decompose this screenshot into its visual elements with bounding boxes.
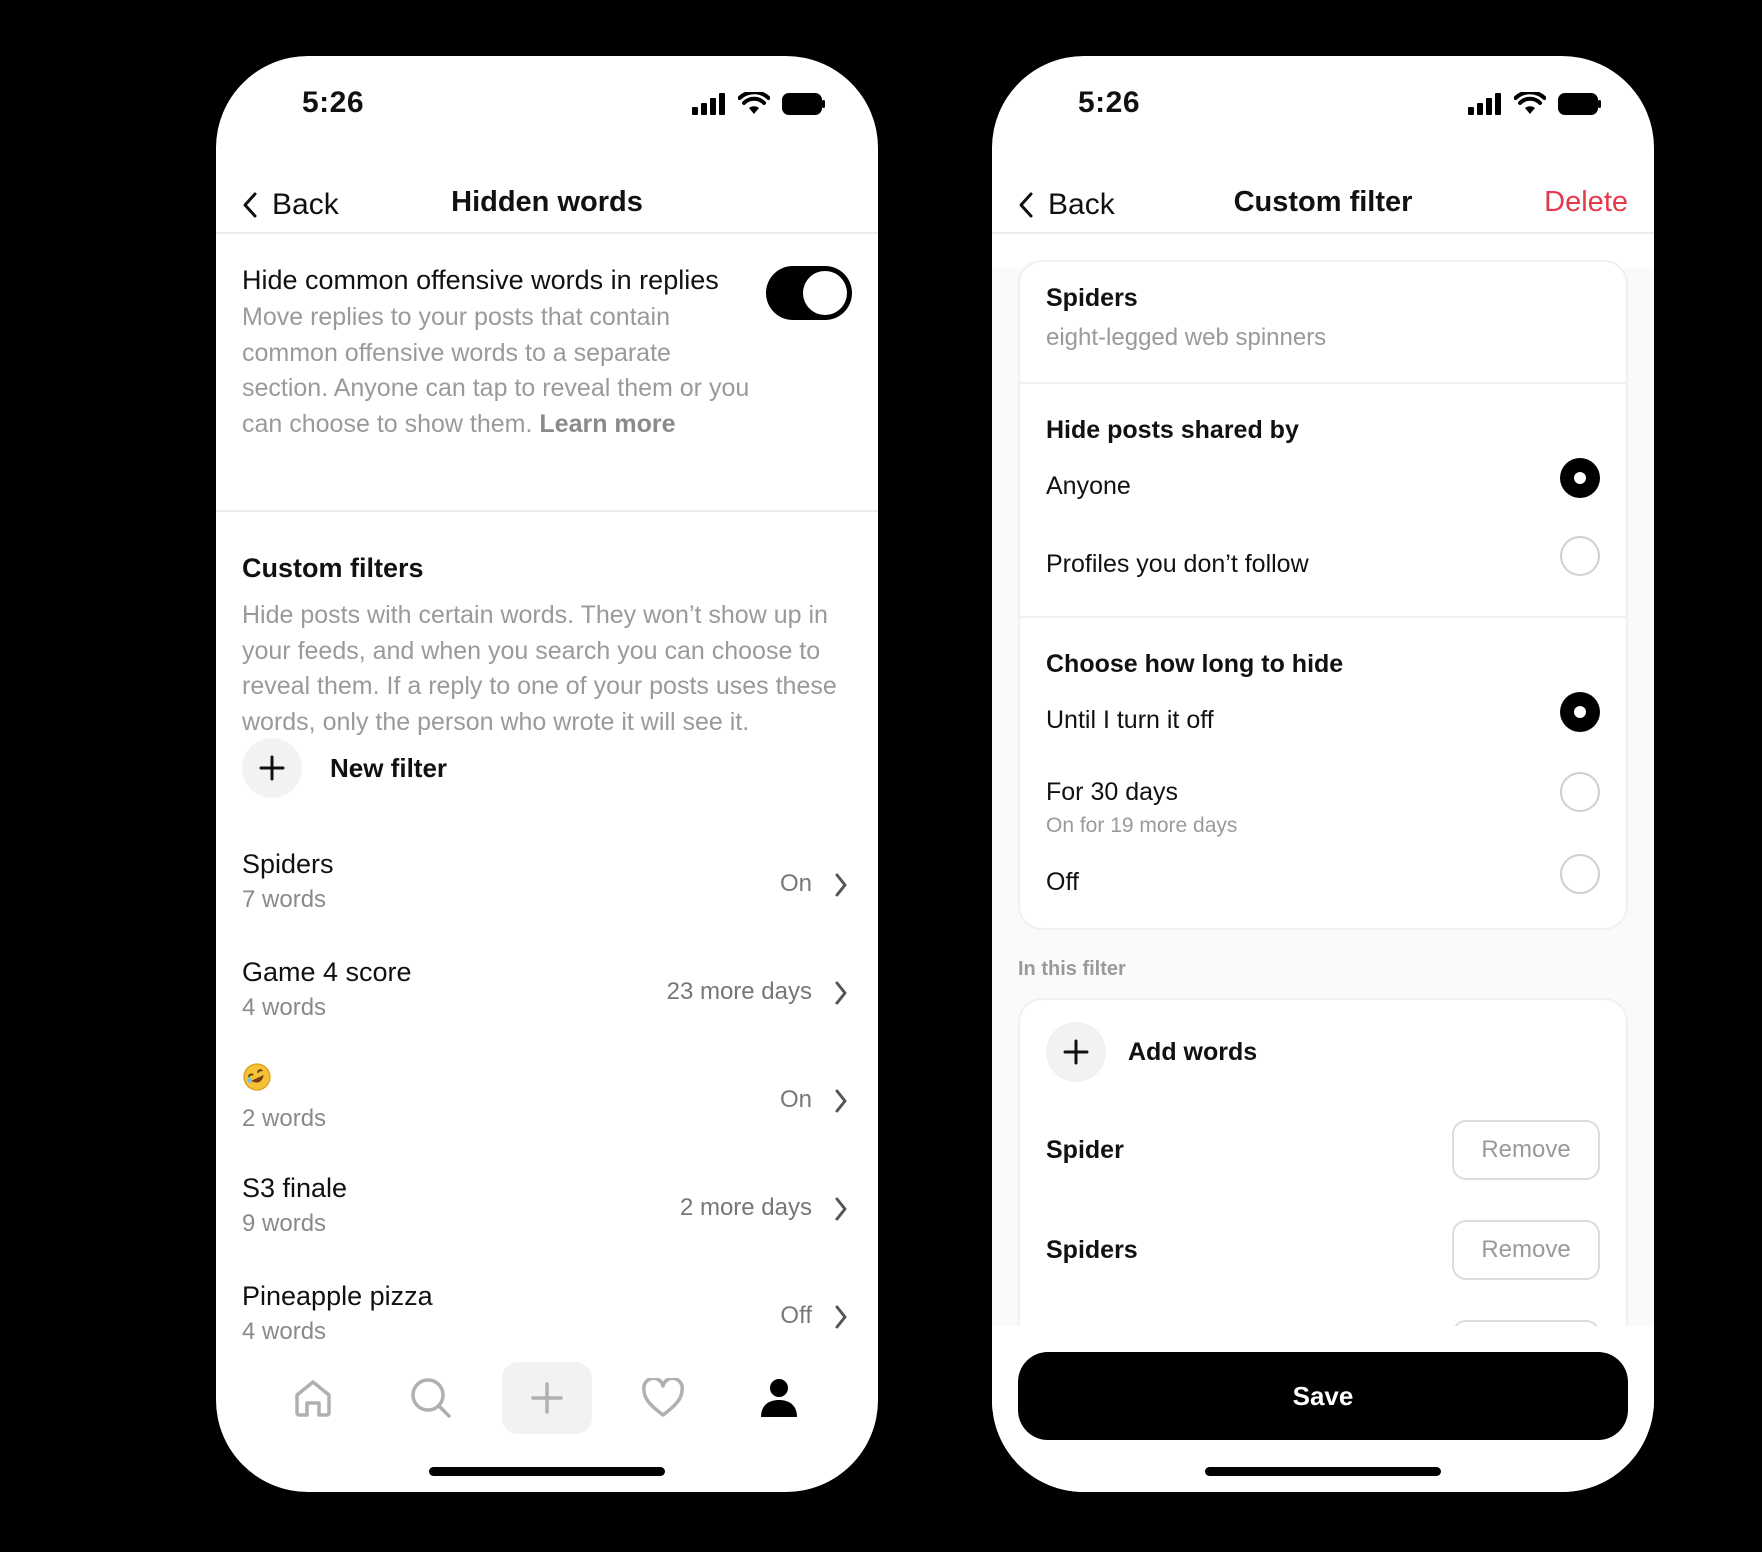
radio-profiles-not-followed[interactable] xyxy=(1560,536,1600,576)
plus-icon xyxy=(531,1382,563,1414)
tab-bar xyxy=(216,1362,878,1442)
learn-more-link[interactable]: Learn more xyxy=(539,410,675,438)
home-indicator xyxy=(429,1467,665,1476)
option-30-days-sublabel: On for 19 more days xyxy=(1046,814,1238,837)
filter-row-game-4-score[interactable]: Game 4 score 4 words 23 more days xyxy=(242,954,852,1062)
filter-status: On xyxy=(779,1086,812,1113)
toggle-title: Hide common offensive words in replies xyxy=(242,265,719,295)
word-item: Spiders xyxy=(1046,1236,1138,1264)
filter-word-count: 4 words xyxy=(242,1318,327,1345)
status-icons xyxy=(692,92,826,116)
add-words-button[interactable]: Add words xyxy=(1046,1022,1257,1082)
radio-until-off[interactable] xyxy=(1560,692,1600,732)
filter-name xyxy=(242,1062,852,1101)
shared-by-heading: Hide posts shared by xyxy=(1046,416,1299,444)
rolling-on-floor-laughing-emoji-icon xyxy=(243,1063,271,1091)
option-profiles-not-followed-label: Profiles you don’t follow xyxy=(1046,550,1309,578)
back-button[interactable]: Back xyxy=(1018,188,1115,222)
new-filter-label: New filter xyxy=(330,752,448,783)
filter-name: Pineapple pizza xyxy=(242,1281,433,1311)
back-label: Back xyxy=(1048,188,1115,221)
toggle-knob xyxy=(803,271,847,315)
signal-icon xyxy=(692,93,725,115)
home-indicator xyxy=(1205,1467,1441,1476)
custom-filters-section: Custom filters Hide posts with certain w… xyxy=(242,550,852,740)
duration-heading: Choose how long to hide xyxy=(1046,650,1344,678)
status-icons xyxy=(1468,92,1602,116)
word-item: Spider xyxy=(1046,1136,1124,1164)
signal-icon xyxy=(1468,93,1501,115)
filter-word-count: 2 words xyxy=(242,1105,327,1132)
home-icon xyxy=(295,1380,331,1417)
card-divider xyxy=(1020,616,1626,618)
add-words-label: Add words xyxy=(1128,1037,1258,1066)
radio-anyone[interactable] xyxy=(1560,458,1600,498)
search-icon xyxy=(411,1378,451,1418)
filter-row-spiders[interactable]: Spiders 7 words On xyxy=(242,846,852,954)
status-time: 5:26 xyxy=(302,86,365,119)
card-divider xyxy=(1020,382,1626,384)
plus-icon xyxy=(1046,1022,1106,1082)
section-divider xyxy=(216,510,878,512)
wifi-icon xyxy=(738,92,770,114)
tab-create[interactable] xyxy=(502,1362,592,1434)
header-divider xyxy=(992,232,1654,234)
hidden-words-screen: 5:26 Back Hidden words Hide common offen… xyxy=(216,56,878,1492)
battery-icon xyxy=(1558,93,1601,115)
option-until-off-label: Until I turn it off xyxy=(1046,706,1214,734)
tab-home[interactable] xyxy=(268,1362,358,1434)
filter-row-s3-finale[interactable]: S3 finale 9 words 2 more days xyxy=(242,1170,852,1278)
chevron-left-icon xyxy=(243,192,257,218)
delete-button[interactable]: Delete xyxy=(1544,186,1628,219)
custom-filters-description: Hide posts with certain words. They won’… xyxy=(242,601,837,736)
heart-icon xyxy=(642,1378,684,1417)
filter-status: Off xyxy=(780,1302,812,1329)
option-off-label: Off xyxy=(1046,868,1079,896)
filter-name[interactable]: Spiders xyxy=(1046,284,1138,313)
profile-icon xyxy=(761,1379,797,1417)
filter-name: Spiders xyxy=(242,849,334,879)
chevron-left-icon xyxy=(1019,192,1033,218)
chevron-right-icon xyxy=(835,873,847,897)
chevron-right-icon xyxy=(835,1089,847,1113)
filter-word-count: 7 words xyxy=(242,886,327,913)
radio-off[interactable] xyxy=(1560,854,1600,894)
tab-activity[interactable] xyxy=(618,1362,708,1434)
header-divider xyxy=(216,232,878,234)
header: Back Custom filter Delete xyxy=(992,186,1654,236)
filter-description[interactable]: eight-legged web spinners xyxy=(1046,324,1326,352)
filter-settings-card: Spiders eight-legged web spinners Hide p… xyxy=(1018,260,1628,930)
back-label: Back xyxy=(272,188,339,221)
chevron-right-icon xyxy=(835,981,847,1005)
filter-status: 2 more days xyxy=(679,1194,812,1221)
option-anyone-label: Anyone xyxy=(1046,472,1131,500)
offensive-words-setting: Hide common offensive words in replies M… xyxy=(242,260,852,442)
save-button[interactable]: Save xyxy=(1018,1352,1628,1440)
wifi-icon xyxy=(1514,92,1546,114)
chevron-right-icon xyxy=(835,1197,847,1221)
new-filter-button[interactable]: New filter xyxy=(242,738,447,798)
chevron-right-icon xyxy=(835,1305,847,1329)
remove-word-button[interactable]: Remove xyxy=(1452,1120,1600,1180)
custom-filters-heading: Custom filters xyxy=(242,553,424,583)
tab-profile[interactable] xyxy=(734,1362,824,1434)
filter-status: 23 more days xyxy=(666,978,812,1005)
tab-search[interactable] xyxy=(386,1362,476,1434)
toggle-description: Move replies to your posts that contain … xyxy=(242,300,762,442)
remove-word-button[interactable]: Remove xyxy=(1452,1220,1600,1280)
filter-list: Spiders 7 words On Game 4 score 4 words … xyxy=(242,846,852,1386)
filter-status: On xyxy=(779,870,812,897)
radio-30-days[interactable] xyxy=(1560,772,1600,812)
option-30-days-label: For 30 days xyxy=(1046,778,1179,806)
header: Back Hidden words xyxy=(216,186,878,236)
back-button[interactable]: Back xyxy=(242,188,339,222)
offensive-words-toggle[interactable] xyxy=(766,266,852,320)
battery-icon xyxy=(782,93,825,115)
plus-icon xyxy=(242,738,302,798)
status-time: 5:26 xyxy=(1078,86,1141,119)
filter-row-emoji[interactable]: 2 words On xyxy=(242,1062,852,1170)
in-this-filter-label: In this filter xyxy=(1018,958,1126,980)
custom-filter-screen: 5:26 Back Custom filter Delete Spiders e… xyxy=(992,56,1654,1492)
